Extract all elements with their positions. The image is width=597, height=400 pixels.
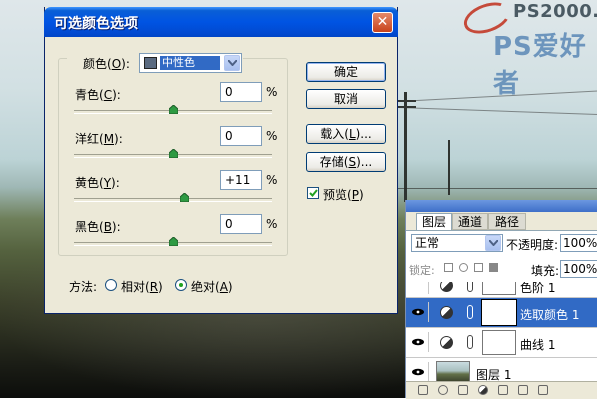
lock-transparency-icon[interactable] <box>444 263 453 272</box>
dialog-titlebar[interactable]: 可选颜色选项 ✕ <box>44 7 398 37</box>
layer-name: 色阶 1 <box>520 282 556 295</box>
layer-mask-thumbnail[interactable] <box>482 282 516 295</box>
magenta-percent: % <box>266 129 278 143</box>
chevron-down-icon <box>228 60 237 66</box>
yellow-percent: % <box>266 173 278 187</box>
black-label: 黑色(B): <box>75 220 121 234</box>
method-label: 方法: <box>69 280 98 294</box>
new-layer-icon[interactable] <box>518 385 528 395</box>
tab-paths[interactable]: 路径 <box>488 213 526 230</box>
eye-icon <box>412 308 424 316</box>
relative-radio[interactable] <box>105 279 117 291</box>
fill-input[interactable]: 100% <box>560 260 597 278</box>
lock-pixels-icon[interactable] <box>459 263 468 272</box>
blend-mode-value: 正常 <box>415 236 440 250</box>
link-chain-icon <box>467 305 473 319</box>
close-button[interactable]: ✕ <box>372 12 393 33</box>
cyan-input[interactable]: 0 <box>220 82 262 102</box>
tab-layers[interactable]: 图层 <box>416 213 452 230</box>
layer-row-selected[interactable]: 选取颜色 1 <box>406 298 597 328</box>
link-chain-icon <box>467 335 473 349</box>
blend-mode-dropdown[interactable]: 正常 <box>411 234 503 252</box>
preview-label[interactable]: 预览(P) <box>323 186 364 203</box>
close-icon: ✕ <box>376 14 389 30</box>
eye-icon <box>412 368 424 376</box>
watermark-logo: PS2000.cn PS爱好者 <box>455 0 597 99</box>
delete-layer-icon[interactable] <box>538 385 548 395</box>
yellow-label: 黄色(Y): <box>75 176 120 190</box>
black-input[interactable]: 0 <box>220 214 262 234</box>
utility-pole <box>404 92 407 202</box>
checkmark-icon <box>309 189 318 197</box>
link-chain-icon <box>467 282 473 292</box>
layer-style-icon[interactable] <box>438 385 448 395</box>
opacity-input[interactable]: 100% <box>560 234 597 252</box>
fill-label: 填充: <box>531 264 560 278</box>
layer-mask-thumbnail[interactable] <box>481 299 517 326</box>
cyan-percent: % <box>266 85 278 99</box>
add-mask-icon[interactable] <box>458 385 468 395</box>
ok-button[interactable]: 确定 <box>306 62 386 82</box>
visibility-toggle[interactable] <box>408 302 429 322</box>
visibility-toggle[interactable] <box>408 332 429 352</box>
new-group-icon[interactable] <box>498 385 508 395</box>
colors-value: 中性色 <box>162 56 195 69</box>
cyan-label: 青色(C): <box>75 88 121 102</box>
load-button[interactable]: 载入(L)... <box>306 124 386 144</box>
adjustment-layer-icon <box>440 336 453 349</box>
layer-row[interactable]: 色阶 1 <box>406 282 597 298</box>
colors-label: 颜色(O): <box>83 57 130 71</box>
dialog-title: 可选颜色选项 <box>54 16 138 32</box>
chevron-down-icon <box>489 240 498 246</box>
panel-title-strip[interactable] <box>406 200 597 212</box>
colors-dropdown[interactable]: 中性色 <box>139 53 242 73</box>
relative-label[interactable]: 相对(R) <box>121 278 163 295</box>
watermark-brand: PS2000.cn <box>513 1 597 22</box>
layer-mask-thumbnail[interactable] <box>482 330 516 355</box>
black-slider-thumb[interactable] <box>169 237 178 246</box>
watermark-slogan: PS爱好者 <box>493 32 587 99</box>
layer-name: 选取颜色 1 <box>520 308 580 322</box>
eye-icon <box>412 338 424 346</box>
opacity-label: 不透明度: <box>506 238 559 252</box>
blend-dropdown-arrow[interactable] <box>485 235 501 251</box>
lock-position-icon[interactable] <box>474 263 483 272</box>
magenta-label: 洋红(M): <box>75 132 123 146</box>
adjustment-layer-icon <box>440 306 453 319</box>
yellow-slider-thumb[interactable] <box>180 193 189 202</box>
radio-selected-dot <box>179 283 183 287</box>
new-adjustment-icon[interactable] <box>478 385 488 395</box>
neutral-swatch-icon <box>144 57 157 69</box>
preview-checkbox[interactable] <box>307 187 319 199</box>
lock-all-icon[interactable] <box>489 263 498 272</box>
layers-body: 正常 不透明度: 100% 锁定: 填充: 100% 色阶 1 选取颜色 1 曲… <box>406 230 597 399</box>
layer-name: 曲线 1 <box>520 338 556 352</box>
black-percent: % <box>266 217 278 231</box>
cyan-slider-thumb[interactable] <box>169 105 178 114</box>
layers-panel: 图层 通道 路径 正常 不透明度: 100% 锁定: 填充: 100% 色阶 1 <box>405 200 597 399</box>
magenta-slider-thumb[interactable] <box>169 149 178 158</box>
selective-color-dialog: 可选颜色选项 ✕ 颜色(O): 中性色 青色(C): 0 % 洋红(M): 0 … <box>44 7 398 314</box>
yellow-input[interactable]: +11 <box>220 170 262 190</box>
cancel-button[interactable]: 取消 <box>306 89 386 109</box>
lock-label: 锁定: <box>409 264 435 277</box>
layer-row[interactable]: 曲线 1 <box>406 328 597 358</box>
dropdown-arrow-button[interactable] <box>224 55 240 71</box>
yellow-track[interactable] <box>74 198 272 202</box>
utility-pole-far <box>448 140 450 195</box>
fence <box>398 188 597 189</box>
link-layers-icon[interactable] <box>418 385 428 395</box>
tab-channels[interactable]: 通道 <box>452 213 488 230</box>
visibility-toggle[interactable] <box>408 282 429 294</box>
layers-footer-toolbar <box>406 381 597 399</box>
adjustment-layer-icon <box>440 282 453 292</box>
visibility-toggle[interactable] <box>408 362 429 382</box>
absolute-radio[interactable] <box>175 279 187 291</box>
absolute-label[interactable]: 绝对(A) <box>191 278 233 295</box>
magenta-input[interactable]: 0 <box>220 126 262 146</box>
save-button[interactable]: 存储(S)... <box>306 152 386 172</box>
